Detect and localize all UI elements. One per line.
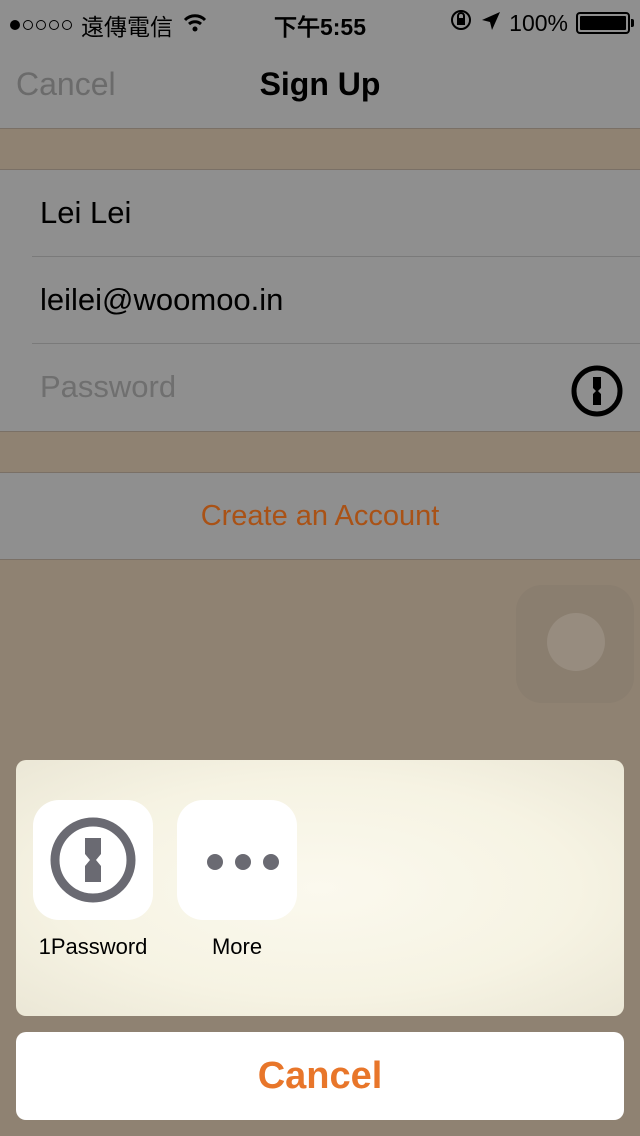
1password-button-icon[interactable] [570,364,624,418]
email-field[interactable]: leilei@woomoo.in [32,257,640,344]
background-app-icon [516,585,634,703]
name-field-value: Lei Lei [40,195,132,230]
name-field[interactable]: Lei Lei [32,170,640,257]
share-app-more[interactable]: More [177,800,297,960]
email-field-value: leilei@woomoo.in [40,282,284,317]
location-arrow-icon [481,10,501,37]
section-spacer [0,432,640,473]
share-app-label: More [211,934,263,959]
rotation-lock-icon [449,8,473,38]
status-bar: 遠傳電信 下午5:55 100% [0,0,640,40]
more-icon[interactable] [177,800,297,920]
section-spacer [0,129,640,170]
1password-icon[interactable] [33,800,153,920]
navigation-bar: Cancel Sign Up [0,40,640,129]
share-sheet: 1Password More [16,760,624,1016]
create-account-button[interactable]: Create an Account [0,473,640,560]
password-field[interactable]: Password [40,344,640,430]
share-app-1password[interactable]: 1Password [33,800,153,960]
status-right: 100% [441,8,634,38]
battery-icon [576,12,634,34]
battery-percent: 100% [509,9,568,36]
share-app-label: 1Password [38,934,148,959]
page-title: Sign Up [259,66,381,102]
share-sheet-cancel-button[interactable]: Cancel [16,1032,624,1120]
signup-form: Lei Lei leilei@woomoo.in Password [0,170,640,432]
password-field-placeholder: Password [40,369,177,404]
